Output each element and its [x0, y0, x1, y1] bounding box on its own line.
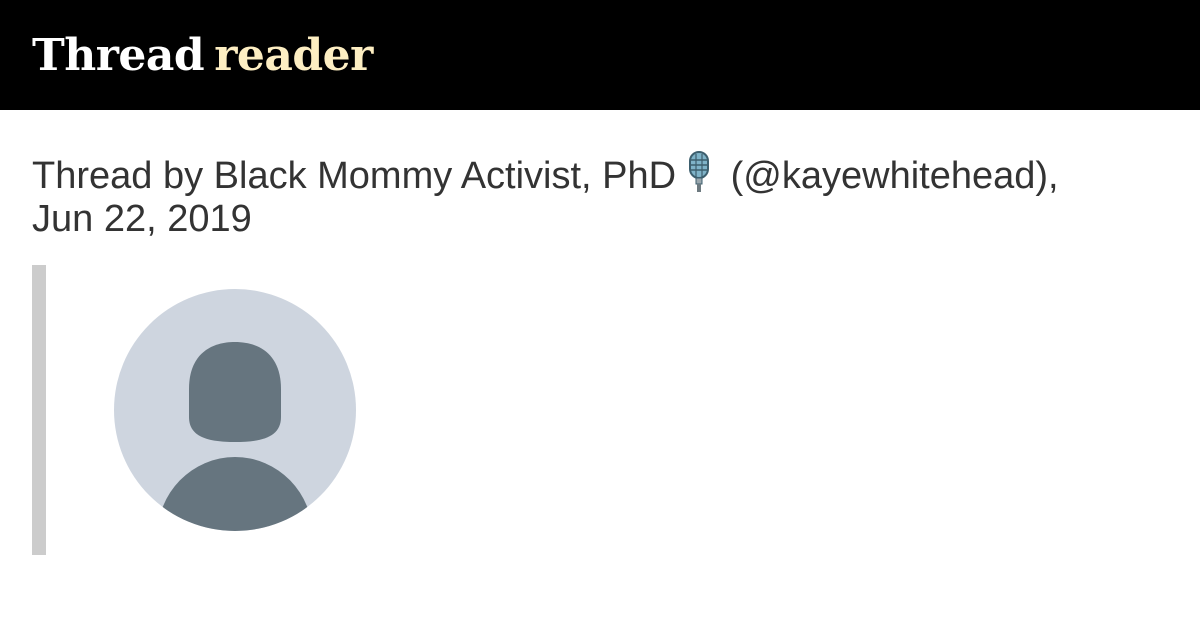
thread-date: Jun 22, 2019: [32, 198, 252, 240]
thread-author-text: Thread by Black Mommy Activist, PhD: [32, 155, 677, 197]
tweet-quote-bar: [32, 265, 46, 555]
thread-handle[interactable]: (@kayewhitehead),: [731, 155, 1059, 197]
microphone-icon: [682, 150, 716, 201]
threadreader-logo[interactable]: Thread reader: [32, 30, 373, 82]
site-header: Thread reader: [0, 0, 1200, 110]
default-profile-avatar-icon[interactable]: [114, 289, 356, 531]
logo-word-thread: Thread: [32, 30, 205, 81]
logo-word-reader: reader: [214, 30, 373, 81]
thread-title: Thread by Black Mommy Activist, PhD (@ka…: [32, 150, 1162, 238]
